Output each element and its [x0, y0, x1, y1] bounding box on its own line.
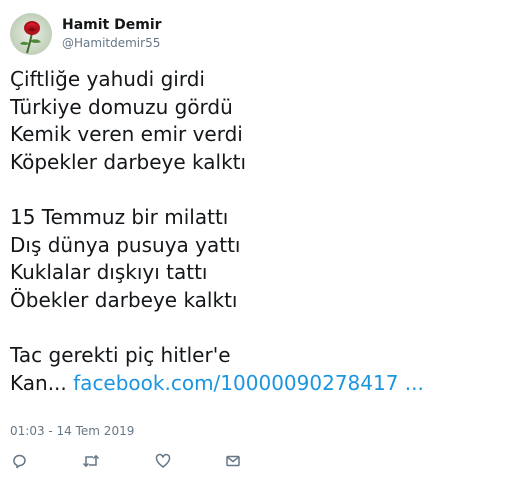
tweet-line: Kuklalar dışkıyı tattı: [10, 260, 208, 285]
tweet-card: Hamit Demir @Hamitdemir55 Çiftliğe yahud…: [0, 0, 519, 485]
rose-avatar-icon: [10, 13, 52, 55]
envelope-icon: [226, 455, 240, 467]
tweet-line: Öbekler darbeye kalktı: [10, 287, 238, 312]
tweet-last-line: Kan... facebook.com/10000090278417 ...: [10, 370, 510, 398]
direct-message-button[interactable]: [224, 452, 242, 470]
tweet-text: Çiftliğe yahudi girdi Türkiye domuzu gör…: [10, 66, 510, 397]
user-names: Hamit Demir @Hamitdemir55: [62, 16, 162, 52]
user-handle[interactable]: @Hamitdemir55: [62, 35, 162, 52]
tweet-line: Dış dünya pusuya yattı: [10, 232, 241, 257]
truncated-text: Kan...: [10, 370, 67, 395]
retweet-button[interactable]: [82, 452, 100, 470]
avatar[interactable]: [10, 13, 52, 55]
heart-icon: [155, 453, 171, 468]
tweet-line: 15 Temmuz bir milattı: [10, 204, 229, 229]
tweet-line: Köpekler darbeye kalktı: [10, 149, 247, 174]
facebook-link[interactable]: facebook.com/10000090278417 ...: [73, 371, 424, 395]
display-name[interactable]: Hamit Demir: [62, 16, 162, 34]
tweet-line: Kemik veren emir verdi: [10, 122, 243, 147]
reply-icon: [13, 454, 26, 469]
retweet-icon: [82, 454, 100, 468]
tweet-line: Türkiye domuzu gördü: [10, 94, 233, 119]
tweet-line: Tac gerekti piç hitler'e: [10, 342, 231, 367]
tweet-header: Hamit Demir @Hamitdemir55: [10, 12, 162, 56]
tweet-timestamp[interactable]: 01:03 - 14 Tem 2019: [10, 423, 134, 439]
tweet-line: Çiftliğe yahudi girdi: [10, 67, 205, 91]
like-button[interactable]: [154, 452, 172, 470]
reply-button[interactable]: [10, 452, 28, 470]
